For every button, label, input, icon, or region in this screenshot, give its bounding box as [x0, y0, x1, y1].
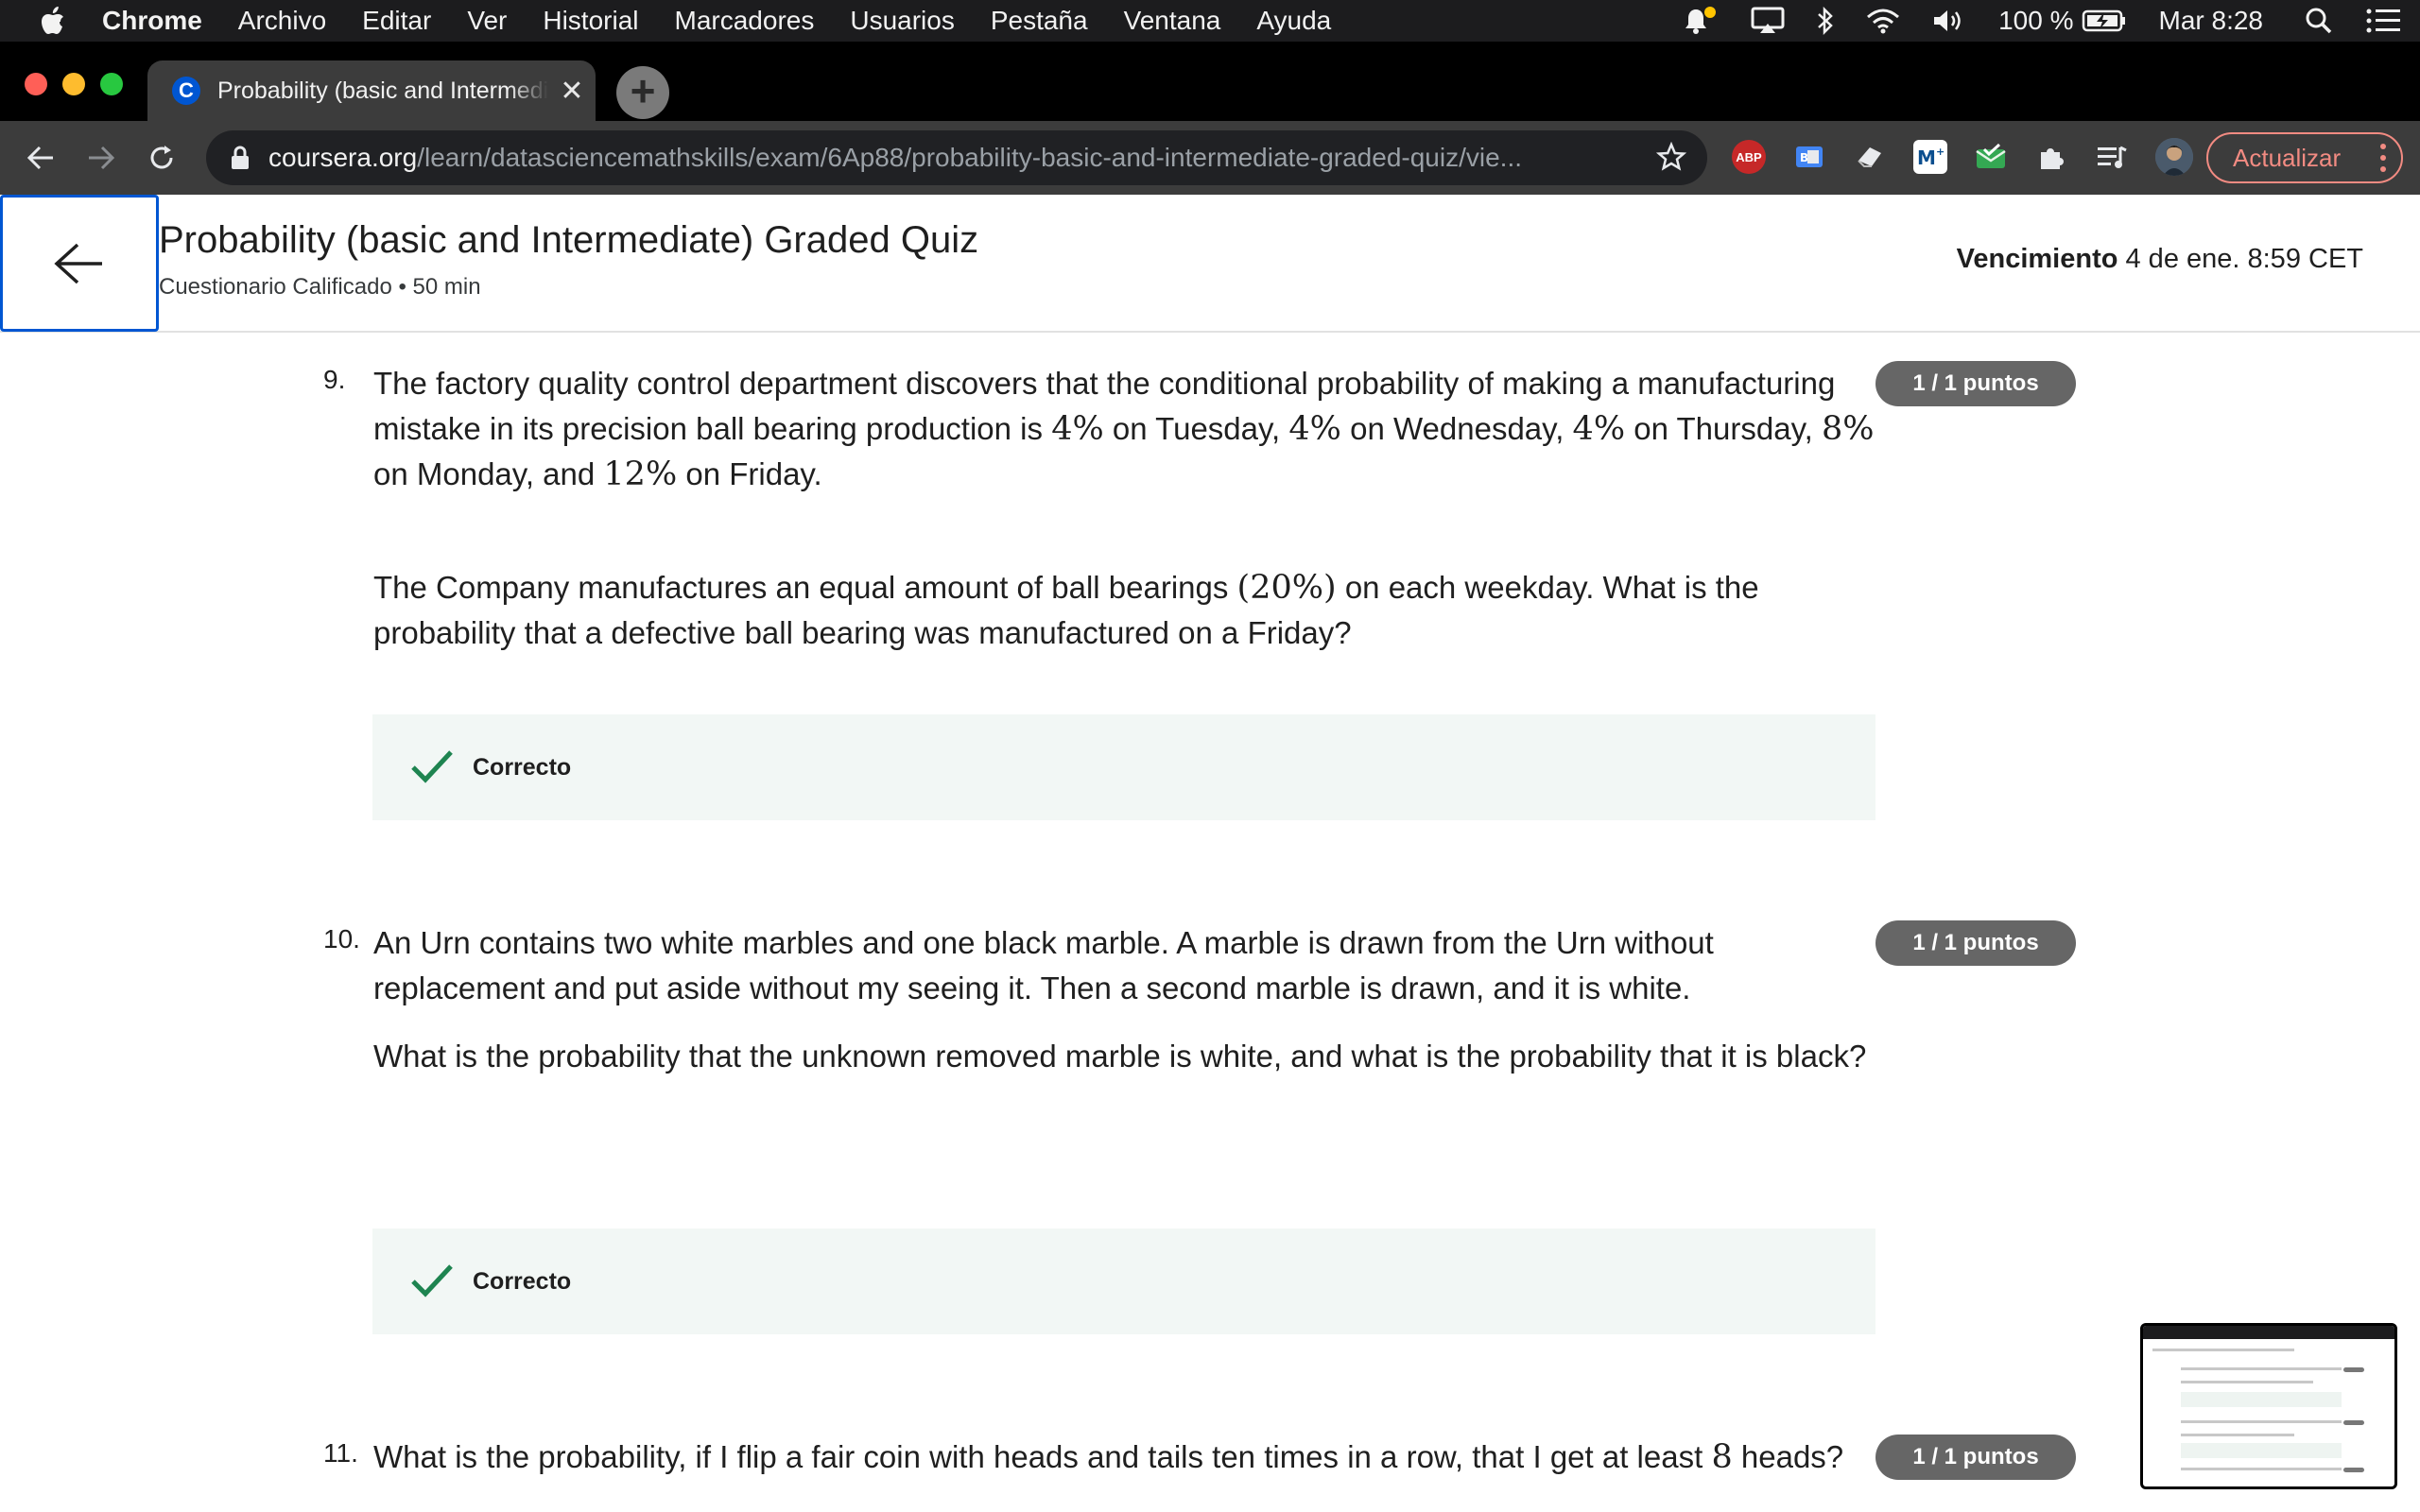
movistar-extension-icon[interactable]: M + — [1913, 140, 1947, 174]
browser-toolbar: coursera.org/learn/datasciencemathskills… — [0, 121, 2420, 195]
update-label: Actualizar — [2233, 143, 2342, 172]
back-arrow-icon[interactable] — [21, 138, 60, 178]
svg-text:+: + — [1936, 146, 1945, 158]
checkmark-icon — [411, 750, 453, 783]
feedback-label: Correcto — [473, 753, 572, 781]
feedback-correct: Correcto — [372, 714, 1876, 820]
airplay-icon[interactable] — [1751, 7, 1785, 35]
control-center-list-icon[interactable] — [2365, 8, 2401, 34]
bluetooth-icon[interactable] — [1817, 7, 1834, 35]
menu-editar[interactable]: Editar — [362, 6, 431, 36]
url-path: /learn/datasciencemathskills/exam/6Ap88/… — [417, 143, 1522, 172]
question-text-part-2: The Company manufactures an equal amount… — [373, 569, 1759, 650]
feedback-correct: Correcto — [372, 1228, 1876, 1334]
mail-check-extension-icon[interactable] — [1974, 140, 2008, 174]
eraser-extension-icon[interactable] — [1853, 140, 1887, 174]
notification-bell-icon[interactable] — [1683, 6, 1719, 36]
lock-icon — [232, 146, 249, 169]
menu-marcadores[interactable]: Marcadores — [675, 6, 815, 36]
macos-menu-bar: Chrome Archivo Editar Ver Historial Marc… — [0, 0, 2420, 42]
points-badge: 1 / 1 puntos — [1876, 920, 2076, 966]
reading-list-icon[interactable] — [2095, 140, 2129, 174]
coursera-favicon-icon: C — [172, 77, 200, 105]
forward-arrow-icon[interactable] — [81, 138, 121, 178]
question-number: 10. — [323, 924, 360, 954]
new-tab-button[interactable]: + — [616, 66, 669, 119]
arrow-left-icon — [54, 243, 102, 284]
menu-pestana[interactable]: Pestaña — [991, 6, 1088, 36]
address-bar[interactable]: coursera.org/learn/datasciencemathskills… — [206, 130, 1707, 185]
update-chrome-button[interactable]: Actualizar — [2206, 132, 2403, 183]
volume-icon[interactable] — [1932, 8, 1966, 34]
menu-ver[interactable]: Ver — [467, 6, 507, 36]
question-text-part-2: What is the probability that the unknown… — [373, 1039, 1867, 1074]
screenshot-thumbnail[interactable] — [2140, 1323, 2397, 1489]
translate-extension-icon[interactable]: B — [1792, 140, 1826, 174]
menu-usuarios[interactable]: Usuarios — [850, 6, 954, 36]
url-host: coursera.org — [268, 143, 418, 172]
question-number: 11. — [323, 1438, 358, 1468]
due-value: 4 de ene. 8:59 CET — [2125, 244, 2364, 274]
question-text: What is the probability, if I flip a fai… — [373, 1438, 1844, 1476]
browser-tab-strip: C Probability (basic and Intermediate) G… — [0, 42, 2420, 121]
window-zoom-button[interactable] — [100, 73, 123, 95]
wifi-icon[interactable] — [1866, 8, 1900, 34]
feedback-label: Correcto — [473, 1267, 572, 1295]
menubar-clock[interactable]: Mar 8:28 — [2159, 6, 2264, 36]
more-menu-icon[interactable] — [2380, 144, 2386, 172]
question-number: 9. — [323, 365, 346, 394]
apple-icon[interactable] — [40, 6, 66, 36]
points-badge: 1 / 1 puntos — [1876, 361, 2076, 406]
browser-tab-active[interactable]: C Probability (basic and Intermediate) G… — [147, 60, 596, 121]
question-text: An Urn contains two white marbles and on… — [373, 925, 1714, 1005]
battery-charging-icon[interactable] — [2082, 9, 2127, 33]
menu-historial[interactable]: Historial — [543, 6, 638, 36]
points-badge: 1 / 1 puntos — [1876, 1435, 2076, 1480]
menu-ventana[interactable]: Ventana — [1124, 6, 1221, 36]
url-text[interactable]: coursera.org/learn/datasciencemathskills… — [268, 143, 1630, 173]
svg-text:M: M — [1917, 146, 1936, 169]
tab-title: Probability (basic and Intermediate) Gra… — [217, 77, 548, 104]
due-label: Vencimiento — [1956, 244, 2118, 274]
window-close-button[interactable] — [25, 73, 47, 95]
back-button[interactable] — [0, 195, 159, 332]
quiz-header: Probability (basic and Intermediate) Gra… — [0, 195, 2420, 333]
profile-avatar[interactable] — [2155, 138, 2193, 176]
reload-icon[interactable] — [142, 138, 182, 178]
quiz-content: 9. The factory quality control departmen… — [0, 333, 2420, 1512]
question-text: The factory quality control department d… — [373, 366, 1875, 493]
svg-text:B: B — [1800, 151, 1808, 164]
tab-close-icon[interactable]: ✕ — [558, 75, 586, 108]
spotlight-search-icon[interactable] — [2305, 7, 2333, 35]
menu-archivo[interactable]: Archivo — [238, 6, 326, 36]
window-minimize-button[interactable] — [62, 73, 85, 95]
menu-app-chrome[interactable]: Chrome — [102, 6, 202, 36]
menu-ayuda[interactable]: Ayuda — [1256, 6, 1331, 36]
bookmark-star-icon[interactable] — [1655, 141, 1687, 177]
due-date: Vencimiento 4 de ene. 8:59 CET — [1957, 244, 2363, 275]
battery-percent: 100 % — [1998, 6, 2074, 35]
page-subtitle: Cuestionario Calificado • 50 min — [159, 274, 481, 300]
checkmark-icon — [411, 1264, 453, 1297]
page-title: Probability (basic and Intermediate) Gra… — [159, 219, 979, 261]
adblock-plus-icon[interactable]: ABP — [1732, 140, 1766, 174]
extensions-puzzle-icon[interactable] — [2034, 140, 2068, 174]
